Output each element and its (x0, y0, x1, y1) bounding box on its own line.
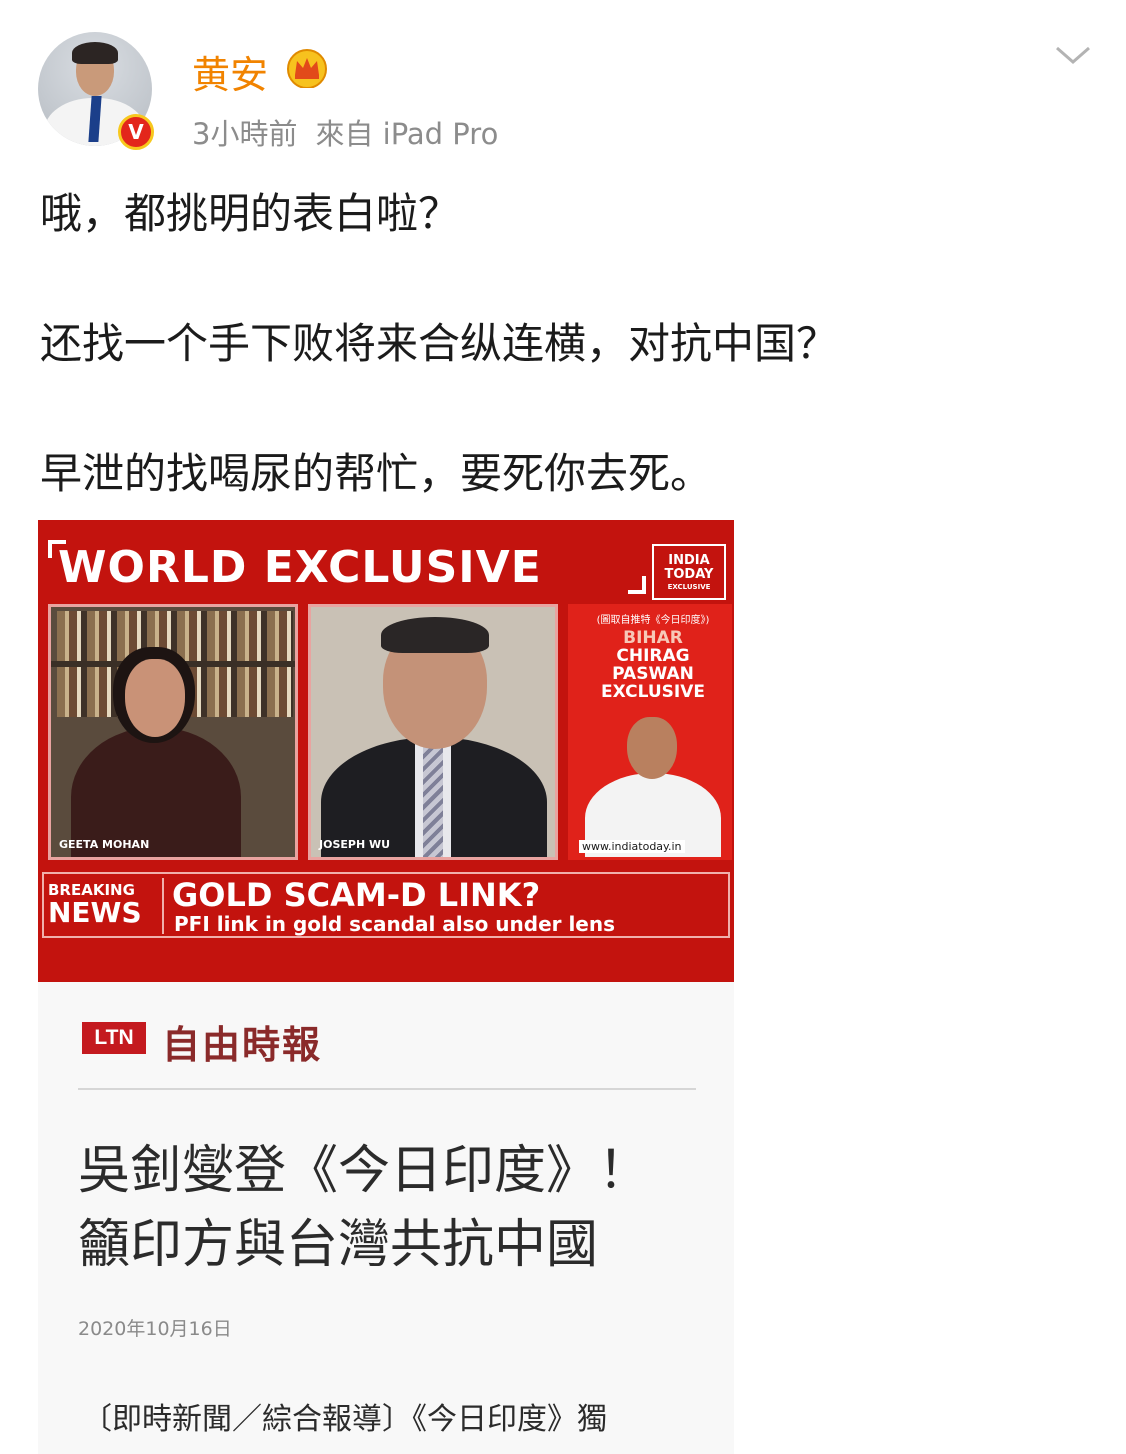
post-meta: 3小時前 來自 iPad Pro (192, 111, 498, 153)
india-today-logo: INDIA TODAY EXCLUSIVE (652, 544, 726, 600)
tv-banner: WORLD EXCLUSIVE (58, 542, 542, 593)
post-text-line-3: 早泄的找喝尿的帮忙，要死你去死。 (40, 449, 713, 498)
post-text-line-1: 哦，都挑明的表白啦？ (40, 189, 461, 238)
panel-caption: JOSEPH WU (319, 838, 391, 851)
guest-tie (423, 747, 443, 857)
crown-icon (287, 49, 327, 88)
attached-image-article[interactable]: LTN 自由時報 吳釗燮登《今日印度》！ 籲印方與台灣共抗中國 2020年10月… (38, 982, 734, 1454)
post-time: 3小時前 (192, 117, 298, 151)
article-lead: 〔即時新聞／綜合報導〕《今日印度》獨 (82, 1402, 607, 1437)
guest-hair (381, 617, 489, 653)
author-name[interactable]: 黄安 (192, 44, 268, 99)
promo-line: EXCLUSIVE (601, 682, 705, 702)
panel-caption: GEETA MOHAN (59, 838, 150, 851)
video-panel-guest: JOSEPH WU (308, 604, 558, 860)
ltn-logo-badge: LTN (82, 1022, 146, 1054)
logo-small: EXCLUSIVE (667, 583, 711, 591)
video-panel-promo: (圖取自推特《今日印度》) BIHAR CHIRAG PASWAN EXCLUS… (568, 604, 732, 860)
banner-corner (628, 576, 646, 594)
breaking-news-bar: BREAKING NEWS GOLD SCAM-D LINK? PFI link… (42, 872, 730, 938)
newspaper-name: 自由時報 (162, 1022, 323, 1067)
divider (78, 1088, 696, 1090)
video-panel-anchor: GEETA MOHAN (48, 604, 298, 860)
breaking-subline: PFI link in gold scandal also under lens (174, 912, 616, 936)
promo-url: www.indiatoday.in (579, 840, 685, 853)
promo-line: PASWAN (612, 664, 694, 684)
breaking-headline: GOLD SCAM-D LINK? (172, 876, 541, 914)
attached-image-tv-news[interactable]: WORLD EXCLUSIVE INDIA TODAY EXCLUSIVE GE… (38, 520, 734, 982)
logo-line-1: INDIA (668, 553, 710, 568)
chevron-down-icon[interactable] (1054, 40, 1092, 70)
promo-text: BIHAR CHIRAG PASWAN EXCLUSIVE (571, 628, 729, 702)
verified-v-icon: V (118, 114, 154, 150)
post-source: 來自 iPad Pro (315, 117, 499, 151)
promo-line: BIHAR (623, 628, 683, 648)
promo-line: CHIRAG (616, 646, 690, 666)
anchor-face (125, 659, 185, 737)
promo-credit: (圖取自推特《今日印度》) (596, 615, 710, 626)
post-text-line-2: 还找一个手下败将来合纵连横，对抗中国？ (40, 319, 839, 368)
article-title-line-1: 吳釗燮登《今日印度》！ (78, 1141, 651, 1201)
avatar-hair (72, 42, 118, 64)
divider (162, 878, 164, 934)
breaking-tag: BREAKING NEWS (48, 880, 158, 929)
article-title: 吳釗燮登《今日印度》！ 籲印方與台灣共抗中國 (78, 1134, 650, 1282)
news-label: NEWS (48, 896, 142, 929)
promo-person-face (627, 717, 677, 779)
article-date: 2020年10月16日 (78, 1318, 232, 1340)
logo-line-2: TODAY (664, 567, 714, 582)
article-title-line-2: 籲印方與台灣共抗中國 (78, 1215, 599, 1275)
